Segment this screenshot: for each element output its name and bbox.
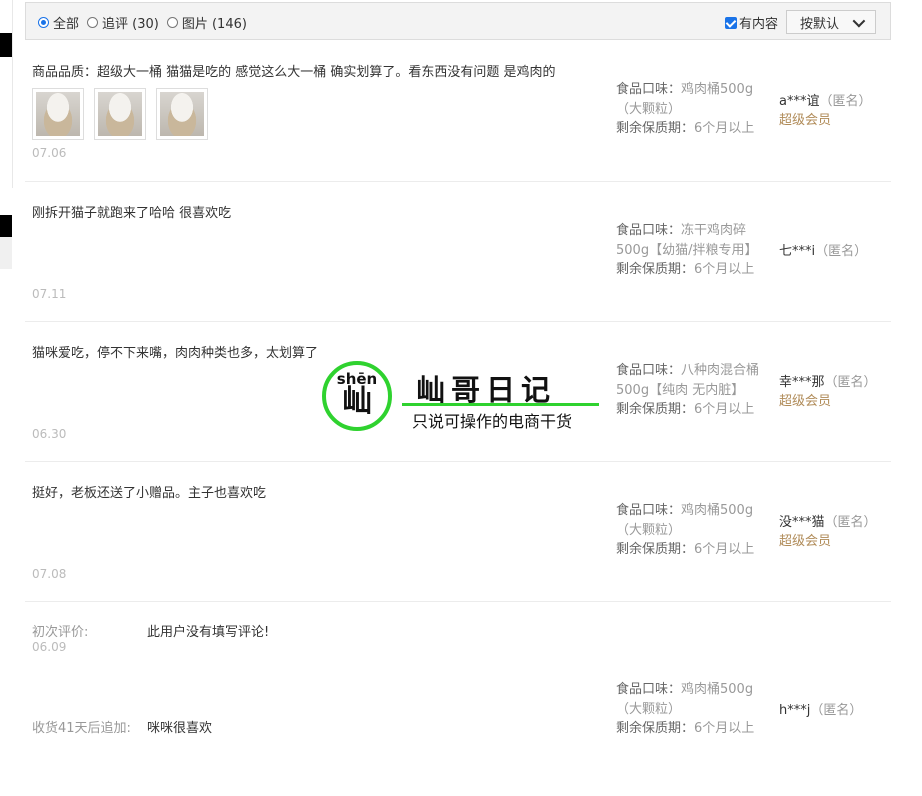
chevron-down-icon (852, 14, 866, 27)
review-date: 07.11 (32, 287, 67, 301)
product-photo (36, 92, 80, 136)
reviewer-info: 幸***那（匿名） 超级会员 (779, 373, 877, 411)
reviewer-name: a***谊 (779, 94, 820, 109)
review-date: 07.08 (32, 567, 67, 581)
anonymous-tag: （匿名） (810, 703, 863, 718)
reviewer-info: h***j（匿名） (779, 701, 862, 720)
initial-review-label: 初次评价: (32, 625, 89, 640)
flavor-label: 食品口味： (616, 363, 682, 378)
product-attributes: 食品口味：鸡肉桶500g（大颗粒） 剩余保质期：6个月以上 (616, 80, 766, 139)
left-panel-fragment (0, 0, 13, 188)
review-image-list (32, 88, 208, 140)
review-image-thumb[interactable] (156, 88, 208, 140)
initial-review-text: 此用户没有填写评论! (147, 625, 270, 640)
filter-followup-radio[interactable] (87, 17, 99, 28)
has-content-checkbox[interactable] (725, 16, 737, 29)
shelf-life-value: 6个月以上 (694, 402, 755, 417)
shelf-life-value: 6个月以上 (694, 121, 755, 136)
review-image-thumb[interactable] (32, 88, 84, 140)
left-panel-black-bar (0, 33, 12, 57)
product-attributes: 食品口味：鸡肉桶500g（大颗粒） 剩余保质期：6个月以上 (616, 501, 766, 560)
review-item: 商品品质：超级大一桶 猫猫是吃的 感觉这么大一桶 确实划算了。看东西没有问题 是… (25, 41, 891, 182)
left-panel-black-bar (0, 215, 12, 237)
review-date: 06.30 (32, 427, 67, 441)
followup-text: 咪咪很喜欢 (147, 721, 213, 736)
flavor-label: 食品口味： (616, 503, 682, 518)
watermark-divider (402, 403, 599, 406)
filter-images-radio[interactable] (166, 17, 178, 28)
shelf-life-label: 剩余保质期： (616, 121, 695, 136)
flavor-label: 食品口味： (616, 223, 682, 238)
review-date: 07.06 (32, 146, 67, 160)
has-content-filter[interactable]: 有内容 (725, 13, 778, 32)
review-date: 06.09 (32, 640, 67, 654)
product-photo (98, 92, 142, 136)
sort-label: 按默认 (799, 16, 839, 32)
followup-label: 收货41天后追加: (32, 721, 131, 736)
reviewer-info: a***谊（匿名） 超级会员 (779, 92, 871, 130)
vip-badge: 超级会员 (779, 534, 832, 549)
flavor-label: 食品口味： (616, 682, 682, 697)
anonymous-tag: （匿名） (819, 94, 872, 109)
review-content: 猫咪爱吃，停不下来嘴，肉肉种类也多，太划算了 (32, 346, 319, 361)
has-content-label[interactable]: 有内容 (739, 13, 778, 32)
filter-all-radio[interactable] (38, 17, 49, 28)
product-photo (160, 92, 204, 136)
review-item-with-followup: 初次评价: 此用户没有填写评论! 06.09 收货41天后追加: 咪咪很喜欢 食… (25, 602, 891, 796)
reviewer-name: 幸***那 (779, 375, 825, 390)
shelf-life-label: 剩余保质期： (616, 262, 695, 277)
filter-images-label[interactable]: 图片 (146) (182, 13, 247, 32)
review-item: 刚拆开猫子就跑来了哈哈 很喜欢吃 07.11 食品口味：冻干鸡肉碎500g【幼猫… (25, 182, 891, 322)
watermark-logo: shēn 屾 屾哥日记 只说可操作的电商干货 (322, 361, 602, 436)
review-content: 商品品质：超级大一桶 猫猫是吃的 感觉这么大一桶 确实划算了。看东西没有问题 是… (32, 65, 556, 80)
product-attributes: 食品口味：冻干鸡肉碎500g【幼猫/拌粮专用】 剩余保质期：6个月以上 (616, 221, 766, 280)
flavor-label: 食品口味： (616, 82, 682, 97)
review-content: 挺好，老板还送了小赠品。主子也喜欢吃 (32, 486, 267, 501)
anonymous-tag: （匿名） (824, 515, 877, 530)
left-panel-gray-bar (0, 237, 12, 269)
review-content: 刚拆开猫子就跑来了哈哈 很喜欢吃 (32, 206, 232, 221)
anonymous-tag: （匿名） (824, 375, 877, 390)
vip-badge: 超级会员 (779, 394, 832, 409)
vip-badge: 超级会员 (779, 113, 832, 128)
review-item: 挺好，老板还送了小赠品。主子也喜欢吃 07.08 食品口味：鸡肉桶500g（大颗… (25, 462, 891, 602)
reviewer-info: 七***i（匿名） (779, 242, 867, 261)
reviewer-info: 没***猫（匿名） 超级会员 (779, 513, 877, 551)
watermark-char: 屾 (342, 384, 372, 419)
watermark-subtitle: 只说可操作的电商干货 (412, 412, 573, 431)
reviewer-name: 没***猫 (779, 515, 825, 530)
watermark-circle: shēn 屾 (322, 361, 392, 431)
shelf-life-label: 剩余保质期： (616, 402, 695, 417)
shelf-life-value: 6个月以上 (694, 262, 755, 277)
shelf-life-label: 剩余保质期： (616, 721, 695, 736)
shelf-life-value: 6个月以上 (694, 721, 755, 736)
filter-followup-label[interactable]: 追评 (30) (102, 13, 159, 32)
reviewer-name: h***j (779, 703, 811, 718)
review-filter-bar: 全部 追评 (30) 图片 (146) 有内容 按默认 (25, 2, 891, 40)
reviewer-name: 七***i (779, 244, 816, 259)
shelf-life-label: 剩余保质期： (616, 542, 695, 557)
filter-all-label[interactable]: 全部 (53, 13, 79, 32)
product-attributes: 食品口味：鸡肉桶500g（大颗粒） 剩余保质期：6个月以上 (616, 680, 766, 739)
review-image-thumb[interactable] (94, 88, 146, 140)
sort-dropdown[interactable]: 按默认 (786, 10, 876, 34)
anonymous-tag: （匿名） (815, 244, 868, 259)
product-attributes: 食品口味：八种肉混合桶500g【纯肉 无内脏】 剩余保质期：6个月以上 (616, 361, 766, 420)
filter-radio-group: 全部 追评 (30) 图片 (146) (38, 13, 255, 32)
shelf-life-value: 6个月以上 (694, 542, 755, 557)
